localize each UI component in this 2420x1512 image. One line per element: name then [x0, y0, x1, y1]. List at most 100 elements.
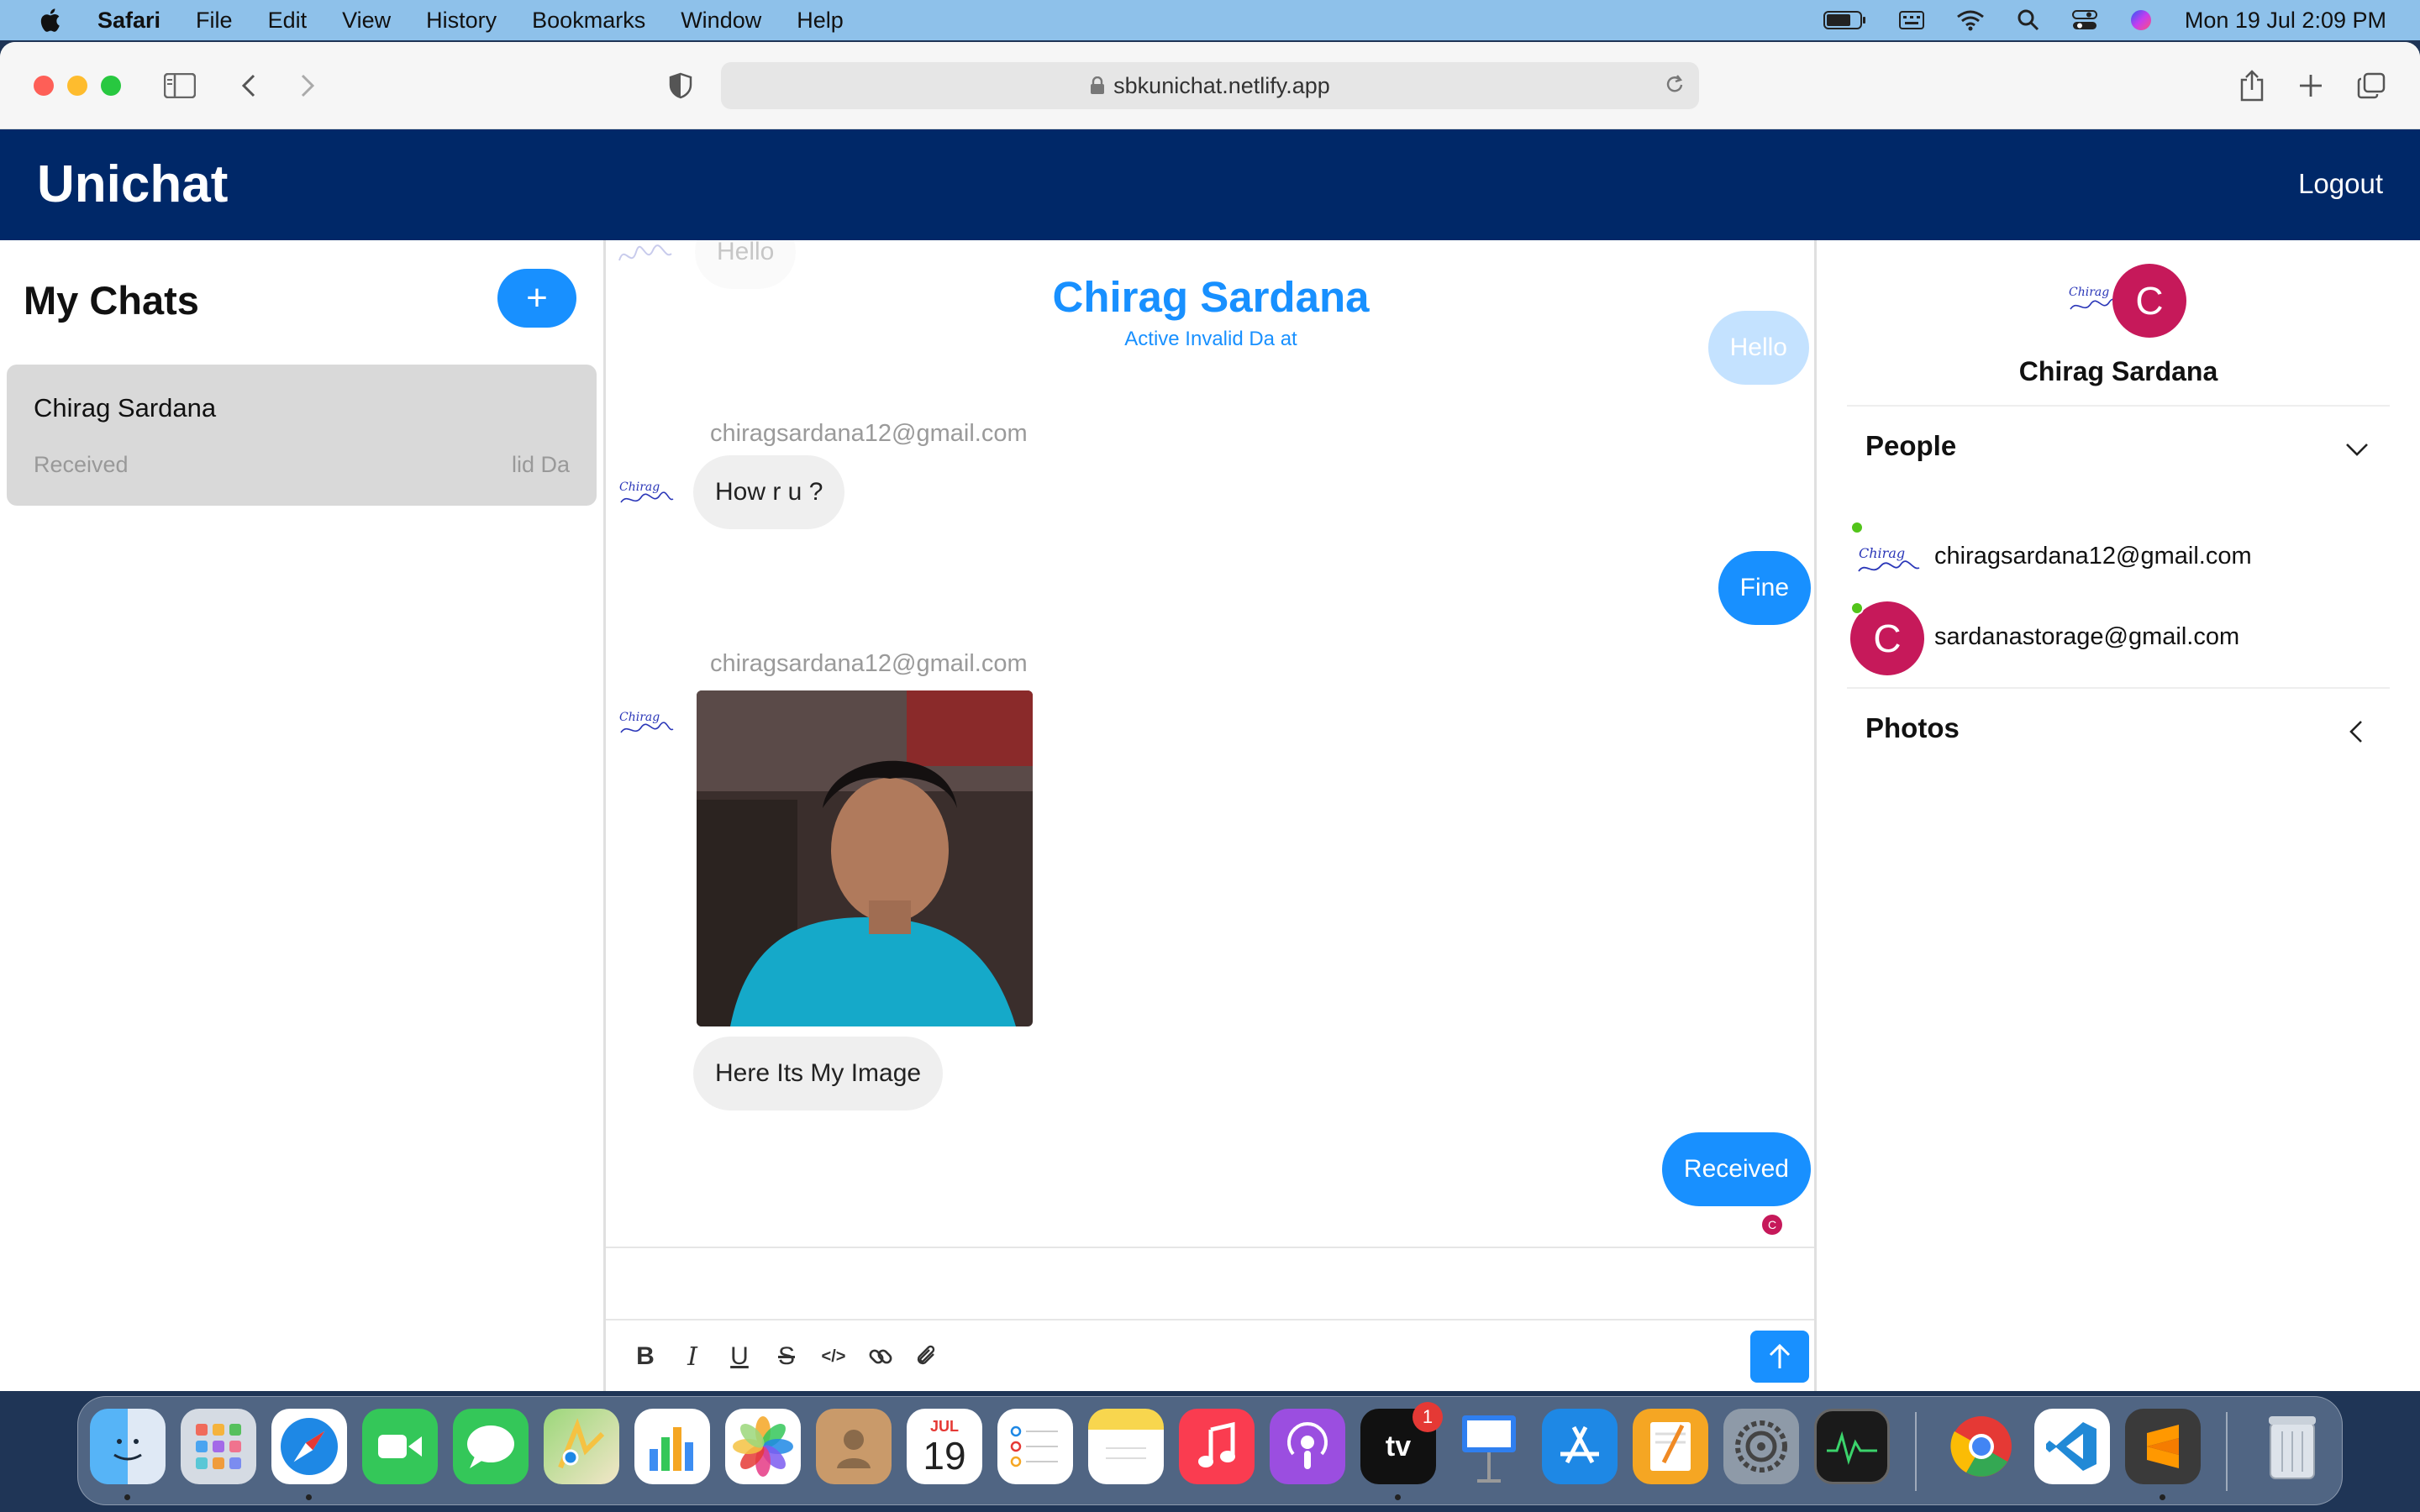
photos-icon[interactable] [725, 1409, 801, 1484]
activity-monitor-icon[interactable] [1814, 1409, 1890, 1484]
chevron-left-icon[interactable] [2344, 719, 2370, 744]
online-status-dot [1850, 521, 1864, 534]
back-icon[interactable] [232, 69, 266, 102]
read-receipt-avatar: C [1762, 1215, 1782, 1235]
system-preferences-icon[interactable] [1723, 1409, 1799, 1484]
dock-separator [2226, 1412, 2228, 1491]
chat-card-last-message: Received [34, 452, 129, 477]
divider [1847, 405, 2390, 407]
sender-avatar: Chirag [619, 711, 674, 733]
format-toolbar: B I U S </> [606, 1320, 1814, 1391]
logout-button[interactable]: Logout [2298, 168, 2383, 200]
unichat-app: Unichat Logout My Chats + Chirag Sardana… [0, 129, 2420, 1391]
person-item[interactable]: C sardanastorage@gmail.com [1847, 601, 2390, 675]
chrome-icon[interactable] [1944, 1409, 2019, 1484]
forward-icon[interactable] [291, 69, 324, 102]
siri-icon[interactable] [2129, 8, 2153, 32]
messages-icon[interactable] [453, 1409, 529, 1484]
wifi-icon[interactable] [1956, 9, 1985, 31]
keyboard-icon[interactable] [1898, 9, 1924, 31]
spotlight-search-icon[interactable] [2017, 8, 2040, 32]
apple-icon[interactable] [37, 6, 66, 34]
menu-app-name[interactable]: Safari [97, 8, 160, 34]
menu-help[interactable]: Help [797, 8, 844, 34]
menu-bookmarks[interactable]: Bookmarks [532, 8, 645, 34]
message-input[interactable] [606, 1247, 1814, 1320]
menu-view[interactable]: View [342, 8, 391, 34]
launchpad-icon[interactable] [181, 1409, 256, 1484]
chat-avatar: C [2112, 264, 2186, 338]
maps-icon[interactable] [544, 1409, 619, 1484]
new-chat-button[interactable]: + [497, 269, 576, 328]
chat-settings-panel: Chirag C Chirag Sardana People Chirag ch… [1817, 240, 2420, 1391]
close-window-button[interactable] [34, 76, 54, 96]
share-icon[interactable] [2235, 69, 2269, 102]
strikethrough-button[interactable]: S [772, 1342, 801, 1371]
online-status-dot [1850, 601, 1864, 615]
finder-icon[interactable] [90, 1409, 166, 1484]
lock-icon [1091, 76, 1105, 94]
app-store-icon[interactable] [1542, 1409, 1618, 1484]
menu-edit[interactable]: Edit [268, 8, 308, 34]
pages-icon[interactable] [1633, 1409, 1708, 1484]
address-bar[interactable]: sbkunichat.netlify.app [721, 62, 1699, 109]
browser-toolbar: sbkunichat.netlify.app [0, 42, 2420, 129]
podcasts-icon[interactable] [1270, 1409, 1345, 1484]
person-email: chiragsardana12@gmail.com [1934, 543, 2252, 570]
battery-icon[interactable] [1823, 9, 1867, 31]
attachment-icon[interactable] [913, 1342, 942, 1371]
send-button[interactable] [1750, 1331, 1809, 1383]
safari-window: sbkunichat.netlify.app Unichat Logout My… [0, 42, 2420, 1391]
notes-icon[interactable] [1088, 1409, 1164, 1484]
safari-icon[interactable] [271, 1409, 347, 1484]
chevron-down-icon[interactable] [2344, 437, 2370, 462]
trash-icon[interactable] [2254, 1409, 2330, 1484]
apple-tv-icon[interactable]: tv 1 [1360, 1402, 1443, 1484]
bold-button[interactable]: B [631, 1342, 660, 1371]
sidebar-toggle-icon[interactable] [163, 69, 197, 102]
svg-text:Chirag: Chirag [619, 711, 660, 724]
privacy-shield-icon[interactable] [664, 69, 697, 102]
reload-icon[interactable] [1664, 74, 1686, 97]
running-indicator [1395, 1494, 1401, 1500]
shared-photo[interactable] [697, 690, 1033, 1026]
facetime-icon[interactable] [362, 1409, 438, 1484]
chat-card[interactable]: Chirag Sardana Received lid Da [7, 365, 597, 506]
app-brand[interactable]: Unichat [37, 155, 228, 214]
incoming-message: How r u ? [693, 455, 845, 529]
vscode-icon[interactable] [2034, 1409, 2110, 1484]
contacts-icon[interactable] [816, 1409, 892, 1484]
photos-section-title[interactable]: Photos [1865, 712, 1960, 744]
calendar-icon[interactable]: JUL 19 [907, 1409, 982, 1484]
chat-title: Chirag Sardana [1052, 273, 1370, 321]
code-button[interactable]: </> [819, 1342, 848, 1371]
chat-list-panel: My Chats + Chirag Sardana Received lid D… [0, 240, 603, 1391]
message-sender: chiragsardana12@gmail.com [710, 650, 1028, 677]
sublime-text-icon[interactable] [2125, 1409, 2201, 1484]
new-tab-icon[interactable] [2294, 69, 2328, 102]
tab-overview-icon[interactable] [2354, 69, 2388, 102]
running-indicator [2160, 1494, 2165, 1500]
link-icon[interactable] [866, 1342, 895, 1371]
italic-button[interactable]: I [678, 1342, 707, 1372]
app-header: Unichat Logout [0, 129, 2420, 240]
svg-text:Chirag: Chirag [619, 480, 660, 494]
people-section-title[interactable]: People [1865, 430, 1956, 462]
minimize-window-button[interactable] [67, 76, 87, 96]
keynote-icon[interactable] [1451, 1409, 1527, 1484]
zoom-window-button[interactable] [101, 76, 121, 96]
outgoing-message: Fine [1718, 551, 1811, 625]
menu-datetime[interactable]: Mon 19 Jul 2:09 PM [2185, 8, 2386, 34]
menu-history[interactable]: History [426, 8, 497, 34]
running-indicator [124, 1494, 130, 1500]
arrow-up-icon [1769, 1343, 1791, 1368]
underline-button[interactable]: U [725, 1342, 754, 1371]
menu-window[interactable]: Window [681, 8, 761, 34]
music-icon[interactable] [1179, 1409, 1255, 1484]
chat-card-time: lid Da [511, 452, 570, 477]
person-item[interactable]: Chirag chiragsardana12@gmail.com [1847, 521, 2390, 595]
menu-file[interactable]: File [196, 8, 233, 34]
numbers-icon[interactable] [634, 1409, 710, 1484]
control-center-icon[interactable] [2071, 9, 2097, 31]
reminders-icon[interactable] [997, 1409, 1073, 1484]
